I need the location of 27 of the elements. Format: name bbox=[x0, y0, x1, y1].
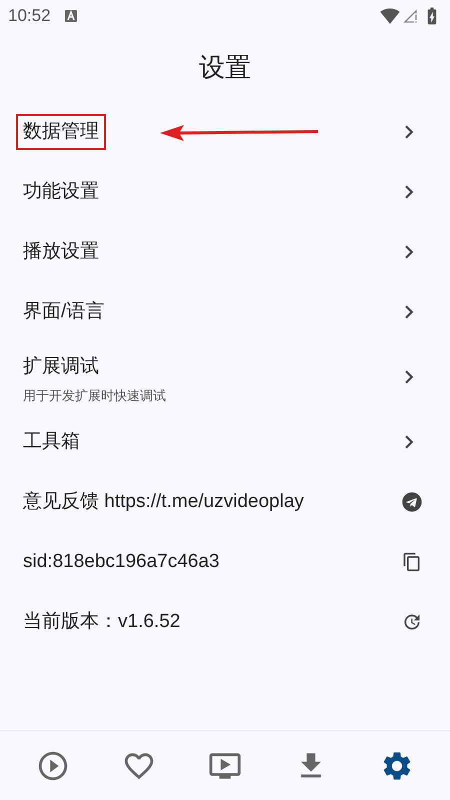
signal-icon bbox=[402, 8, 418, 24]
item-label: 当前版本：v1.6.52 bbox=[22, 610, 182, 634]
paper-plane-icon bbox=[402, 492, 422, 512]
settings-item[interactable]: sid:818ebc196a7c46a3 bbox=[0, 532, 450, 592]
status-time: 10:52 bbox=[8, 5, 51, 28]
item-label: sid:818ebc196a7c46a3 bbox=[22, 550, 221, 574]
wifi-icon bbox=[380, 6, 400, 26]
settings-item[interactable]: 工具箱 bbox=[0, 412, 450, 472]
page-title: 设置 bbox=[199, 50, 251, 84]
settings-item[interactable]: 数据管理 bbox=[0, 102, 450, 162]
settings-item[interactable]: 扩展调试 用于开发扩展时快速调试 bbox=[0, 342, 450, 412]
update-icon bbox=[402, 612, 422, 632]
settings-item[interactable]: 当前版本：v1.6.52 bbox=[0, 592, 450, 652]
item-label: 播放设置 bbox=[22, 240, 100, 264]
copy-icon bbox=[402, 552, 422, 572]
item-subtitle: 用于开发扩展时快速调试 bbox=[22, 386, 167, 404]
item-label: 界面/语言 bbox=[22, 300, 106, 324]
item-label: 扩展调试 bbox=[22, 355, 100, 379]
keyboard-icon bbox=[64, 10, 77, 22]
settings-item[interactable]: 功能设置 bbox=[0, 162, 450, 222]
settings-item[interactable]: 界面/语言 bbox=[0, 282, 450, 342]
item-label: 功能设置 bbox=[22, 180, 100, 204]
item-label: 工具箱 bbox=[22, 430, 81, 454]
settings-item[interactable]: 播放设置 bbox=[0, 222, 450, 282]
item-label: 数据管理 bbox=[16, 114, 106, 150]
settings-item[interactable]: 意见反馈 https://t.me/uzvideoplay bbox=[0, 472, 450, 532]
item-label: 意见反馈 https://t.me/uzvideoplay bbox=[22, 490, 305, 514]
